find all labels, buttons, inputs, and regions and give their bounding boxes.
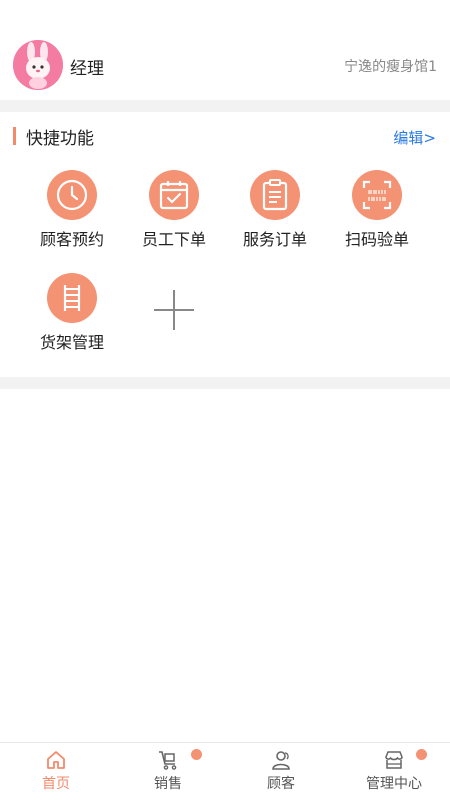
quick-item-scan-verify[interactable]: 扫码验单 <box>327 170 427 260</box>
section-divider <box>0 100 450 112</box>
clock-icon <box>47 170 97 220</box>
bottom-tab-bar: 首页 销售 顾客 管理中心 <box>0 742 450 800</box>
cart-icon <box>159 751 177 770</box>
home-screen: 经理 宁逸的瘦身馆1 快捷功能 编辑> 顾客预约 员工下单 服务订单 扫码验单 … <box>0 0 450 800</box>
tab-label: 首页 <box>42 776 70 792</box>
store-name[interactable]: 宁逸的瘦身馆1 <box>344 56 437 76</box>
user-name: 经理 <box>70 59 104 79</box>
tab-home[interactable]: 首页 <box>0 743 112 800</box>
store-icon <box>385 751 403 769</box>
shelf-icon <box>47 273 97 323</box>
quick-item-appointment[interactable]: 顾客预约 <box>22 170 122 260</box>
section-title: 快捷功能 <box>26 129 94 149</box>
avatar[interactable] <box>13 40 63 90</box>
tab-label: 顾客 <box>267 776 295 792</box>
edit-link[interactable]: 编辑> <box>393 127 436 148</box>
tab-label: 管理中心 <box>366 776 422 792</box>
quick-item-label: 服务订单 <box>242 230 307 249</box>
users-icon <box>272 751 290 770</box>
plus-icon <box>154 290 194 330</box>
add-shortcut-button[interactable] <box>146 282 202 338</box>
home-icon <box>47 751 65 769</box>
scan-barcode-icon <box>352 170 402 220</box>
clipboard-icon <box>250 170 300 220</box>
tab-management-center[interactable]: 管理中心 <box>338 743 450 800</box>
tab-sales[interactable]: 销售 <box>112 743 224 800</box>
calendar-check-icon <box>149 170 199 220</box>
quick-item-staff-order[interactable]: 员工下单 <box>124 170 224 260</box>
tab-customers[interactable]: 顾客 <box>225 743 337 800</box>
user-header: 经理 宁逸的瘦身馆1 <box>0 0 450 100</box>
notification-dot <box>191 749 202 760</box>
notification-dot <box>416 749 427 760</box>
quick-item-label: 顾客预约 <box>39 230 104 249</box>
quick-item-label: 货架管理 <box>39 333 104 352</box>
tab-label: 销售 <box>154 776 182 792</box>
section-divider <box>0 377 450 389</box>
quick-functions-section: 快捷功能 编辑> 顾客预约 员工下单 服务订单 扫码验单 货架管理 <box>0 112 450 377</box>
quick-item-shelf-management[interactable]: 货架管理 <box>22 273 122 363</box>
quick-item-label: 扫码验单 <box>344 230 409 249</box>
quick-item-label: 员工下单 <box>141 230 206 249</box>
bunny-avatar-icon <box>13 40 63 90</box>
quick-item-service-orders[interactable]: 服务订单 <box>225 170 325 260</box>
section-accent-bar <box>13 127 16 145</box>
